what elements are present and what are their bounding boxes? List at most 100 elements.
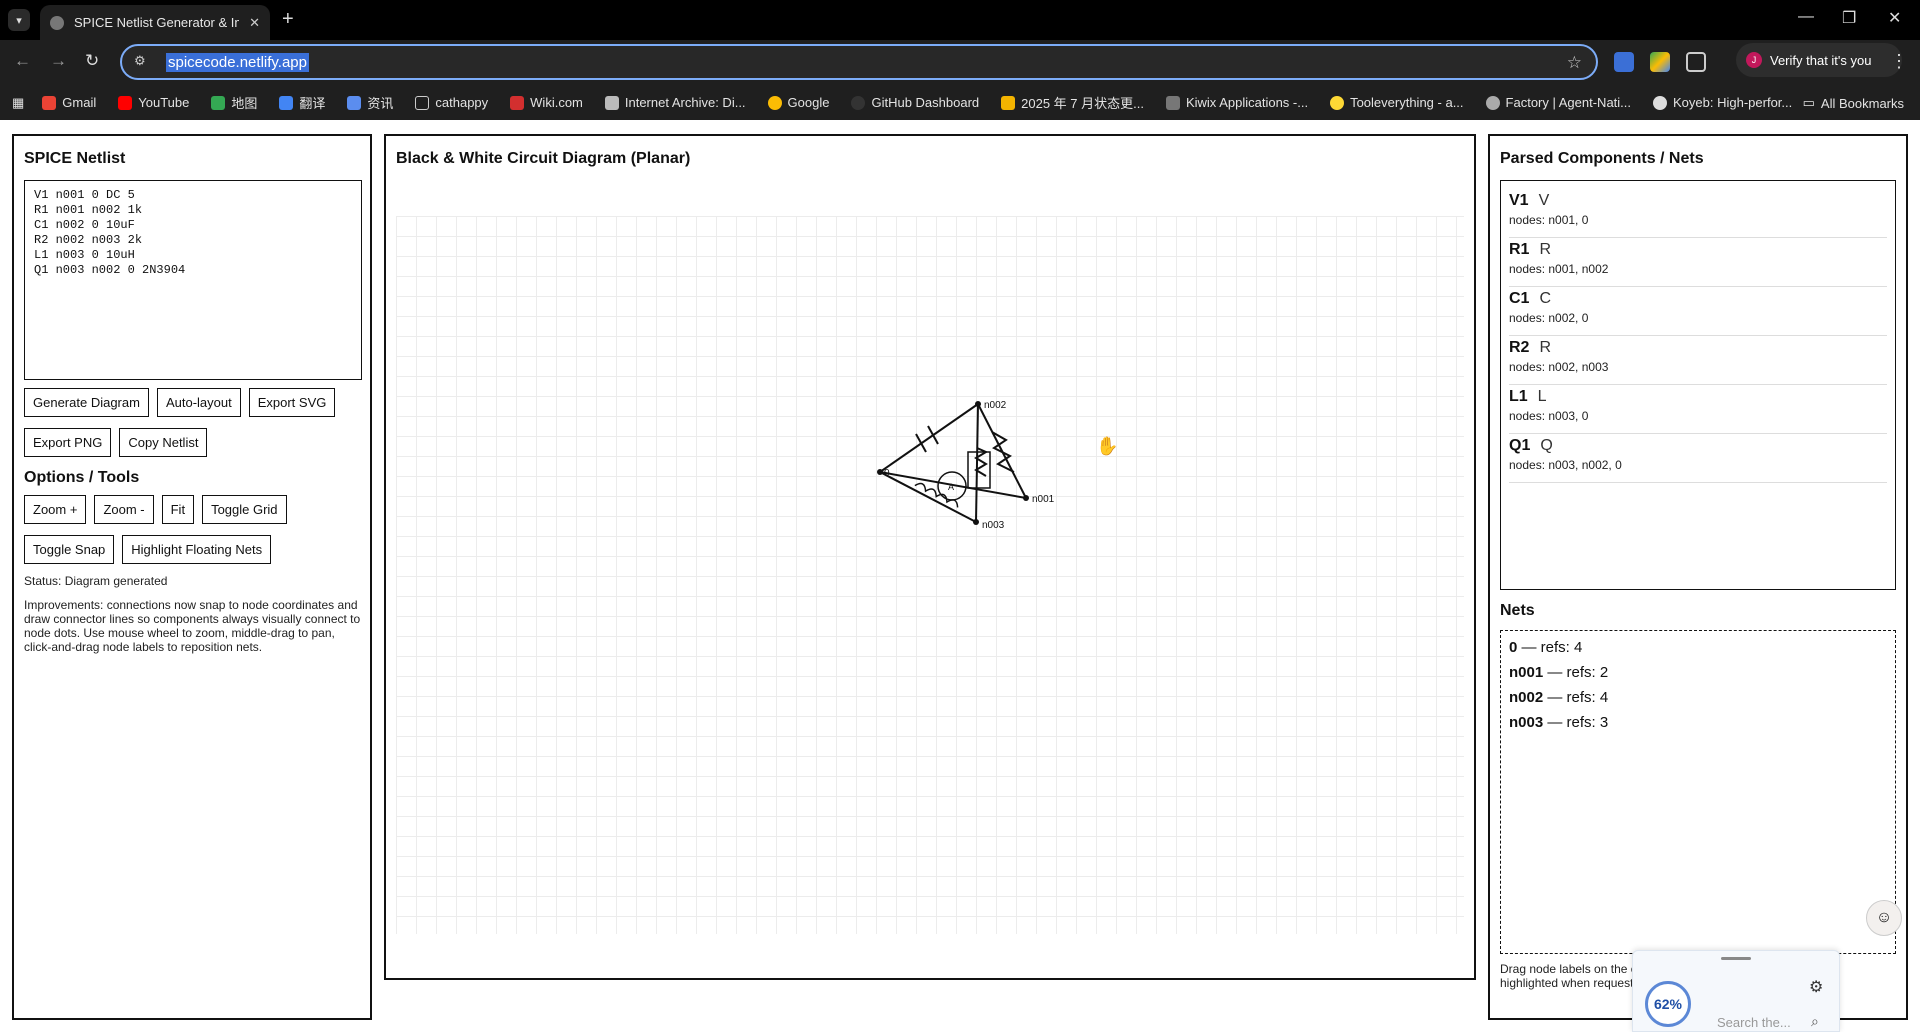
kiwix-icon [1165, 95, 1180, 110]
archive-icon [604, 95, 619, 110]
zoom-in-button[interactable]: Zoom + [24, 495, 87, 524]
hand-cursor-icon: ✋ [1096, 436, 1119, 456]
search-icon[interactable]: ⌕ [1811, 1013, 1819, 1030]
apps-grid-icon[interactable]: ▦ [12, 95, 24, 111]
list-item: n003 — refs: 3 [1509, 714, 1609, 731]
tab-active[interactable]: SPICE Netlist Generator & Impr ✕ [40, 5, 270, 40]
assistant-avatar-icon[interactable]: ☺ [1866, 900, 1902, 936]
bookmark-factory[interactable]: Factory | Agent-Nati... [1485, 95, 1631, 110]
diagram-title: Black & White Circuit Diagram (Planar) [396, 150, 691, 167]
fit-button[interactable]: Fit [161, 495, 195, 524]
toggle-snap-button[interactable]: Toggle Snap [24, 535, 115, 564]
github-icon [851, 95, 866, 110]
bookmark-cathappy[interactable]: cathappy [415, 95, 488, 110]
node-dot-0[interactable] [877, 469, 883, 475]
netlist-actions-2: Export PNG Copy Netlist [24, 428, 360, 457]
drag-handle[interactable] [1721, 957, 1751, 960]
bookmark-archive[interactable]: Internet Archive: Di... [604, 95, 746, 110]
bookmark-youtube[interactable]: YouTube [118, 95, 189, 110]
zoom-out-button[interactable]: Zoom - [94, 495, 154, 524]
page-content: SPICE Netlist V1 n001 0 DC 5 R1 n001 n00… [0, 120, 1920, 1032]
address-bar[interactable]: ⚙ spicecode.netlify.app ☆ [120, 44, 1598, 80]
list-item: n002 — refs: 4 [1509, 689, 1609, 706]
profile-avatar: J [1746, 52, 1762, 68]
node-label-n002[interactable]: n002 [984, 400, 1007, 411]
node-label-n001[interactable]: n001 [1032, 494, 1055, 505]
export-png-button[interactable]: Export PNG [24, 428, 112, 457]
progress-ring: 62% [1645, 981, 1691, 1027]
forward-icon[interactable]: → [50, 51, 67, 71]
node-dot-n002[interactable] [975, 401, 981, 407]
node-label-0[interactable]: 0 [884, 468, 890, 479]
bookmark-translate[interactable]: 翻译 [279, 93, 325, 112]
extensions-puzzle-icon[interactable] [1686, 52, 1706, 72]
node-label-n003[interactable]: n003 [982, 520, 1005, 531]
bookmark-google[interactable]: Google [767, 95, 829, 110]
bookmark-kiwix[interactable]: Kiwix Applications -... [1165, 95, 1308, 110]
components-list: V1 Vnodes: n001, 0 R1 Rnodes: n001, n002 C… [1500, 180, 1896, 590]
toggle-grid-button[interactable]: Toggle Grid [202, 495, 287, 524]
minimize-icon[interactable]: — [1798, 8, 1814, 26]
circuit-svg[interactable]: n002 n001 n003 0 A [396, 216, 1464, 934]
generate-diagram-button[interactable]: Generate Diagram [24, 388, 149, 417]
restore-icon[interactable]: ❐ [1842, 8, 1856, 28]
bookmark-gmail[interactable]: Gmail [42, 95, 96, 110]
bookmark-maps[interactable]: 地图 [211, 93, 257, 112]
parsed-title: Parsed Components / Nets [1500, 150, 1704, 167]
wire-r2 [975, 403, 979, 523]
node-dot-n003[interactable] [973, 519, 979, 525]
browser-toolbar: ← → ↻ ⚙ spicecode.netlify.app ☆ J Verify… [0, 40, 1920, 85]
all-bookmarks-button[interactable]: ▭ All Bookmarks [1803, 95, 1904, 111]
parsed-panel: Parsed Components / Nets V1 Vnodes: n001,… [1488, 134, 1908, 1020]
highlight-floating-nets-button[interactable]: Highlight Floating Nets [122, 535, 272, 564]
gear-icon[interactable]: ⚙ [1809, 977, 1823, 997]
bookmark-status[interactable]: 2025 年 7 月状态更... [1001, 93, 1144, 112]
export-svg-button[interactable]: Export SVG [248, 388, 336, 417]
bookmarks-bar: ▦ Gmail YouTube 地图 翻译 资讯 cathappy Wiki.c… [0, 85, 1920, 120]
browser-chrome: ▾ SPICE Netlist Generator & Impr ✕ + — ❐… [0, 0, 1920, 120]
site-info-icon[interactable]: ⚙ [134, 53, 152, 71]
verify-label: Verify that it's you [1770, 52, 1872, 68]
close-icon[interactable]: ✕ [249, 15, 260, 31]
bookmark-github[interactable]: GitHub Dashboard [851, 95, 979, 110]
folder-icon: ▭ [1802, 95, 1815, 110]
floating-widget[interactable]: ⚙ 62% Search the... ⌕ [1632, 950, 1840, 1032]
bookmark-star-icon[interactable]: ☆ [1567, 53, 1582, 73]
google-icon [767, 95, 782, 110]
netlist-actions: Generate Diagram Auto-layout Export SVG [24, 388, 360, 417]
bookmark-news[interactable]: 资讯 [347, 93, 393, 112]
list-item: 0 — refs: 4 [1509, 639, 1583, 656]
back-icon[interactable]: ← [14, 51, 31, 71]
new-tab-button[interactable]: + [282, 8, 294, 31]
capacitor-plate-b [927, 425, 939, 445]
tool-buttons-2: Toggle Snap Highlight Floating Nets [24, 535, 360, 564]
profile-verify-button[interactable]: J Verify that it's you [1736, 43, 1902, 77]
tab-search-button[interactable]: ▾ [8, 9, 30, 31]
tool-buttons: Zoom + Zoom - Fit Toggle Grid [24, 495, 360, 524]
list-item: C1 Cnodes: n002, 0 [1509, 287, 1887, 336]
widget-search-input[interactable]: Search the... [1717, 1015, 1791, 1030]
wiki-icon [510, 95, 525, 110]
reload-icon[interactable]: ↻ [85, 51, 99, 71]
bookmark-tooleverything[interactable]: Tooleverything - a... [1330, 95, 1464, 110]
auto-layout-button[interactable]: Auto-layout [156, 388, 241, 417]
diagram-canvas[interactable]: n002 n001 n003 0 A ✋ [396, 216, 1464, 934]
options-title: Options / Tools [24, 469, 140, 486]
window-close-icon[interactable]: ✕ [1888, 8, 1901, 28]
netlist-textarea[interactable]: V1 n001 0 DC 5 R1 n001 n002 1k C1 n002 0… [24, 180, 362, 380]
source-label: A [948, 482, 954, 492]
factory-icon [1485, 95, 1500, 110]
browser-menu-icon[interactable]: ⋮ [1890, 51, 1908, 72]
list-item: R2 Rnodes: n002, n003 [1509, 336, 1887, 385]
news-icon [347, 95, 362, 110]
list-item: Q1 Qnodes: n003, n002, 0 [1509, 434, 1887, 483]
globe-icon [50, 15, 64, 30]
bookmark-wiki[interactable]: Wiki.com [510, 95, 583, 110]
koyeb-icon [1653, 95, 1668, 110]
translate-extension-icon[interactable] [1614, 52, 1634, 72]
node-dot-n001[interactable] [1023, 495, 1029, 501]
bookmark-koyeb[interactable]: Koyeb: High-perfor... [1653, 95, 1792, 110]
drive-extension-icon[interactable] [1650, 52, 1670, 72]
copy-netlist-button[interactable]: Copy Netlist [119, 428, 208, 457]
url-text[interactable]: spicecode.netlify.app [166, 52, 309, 72]
